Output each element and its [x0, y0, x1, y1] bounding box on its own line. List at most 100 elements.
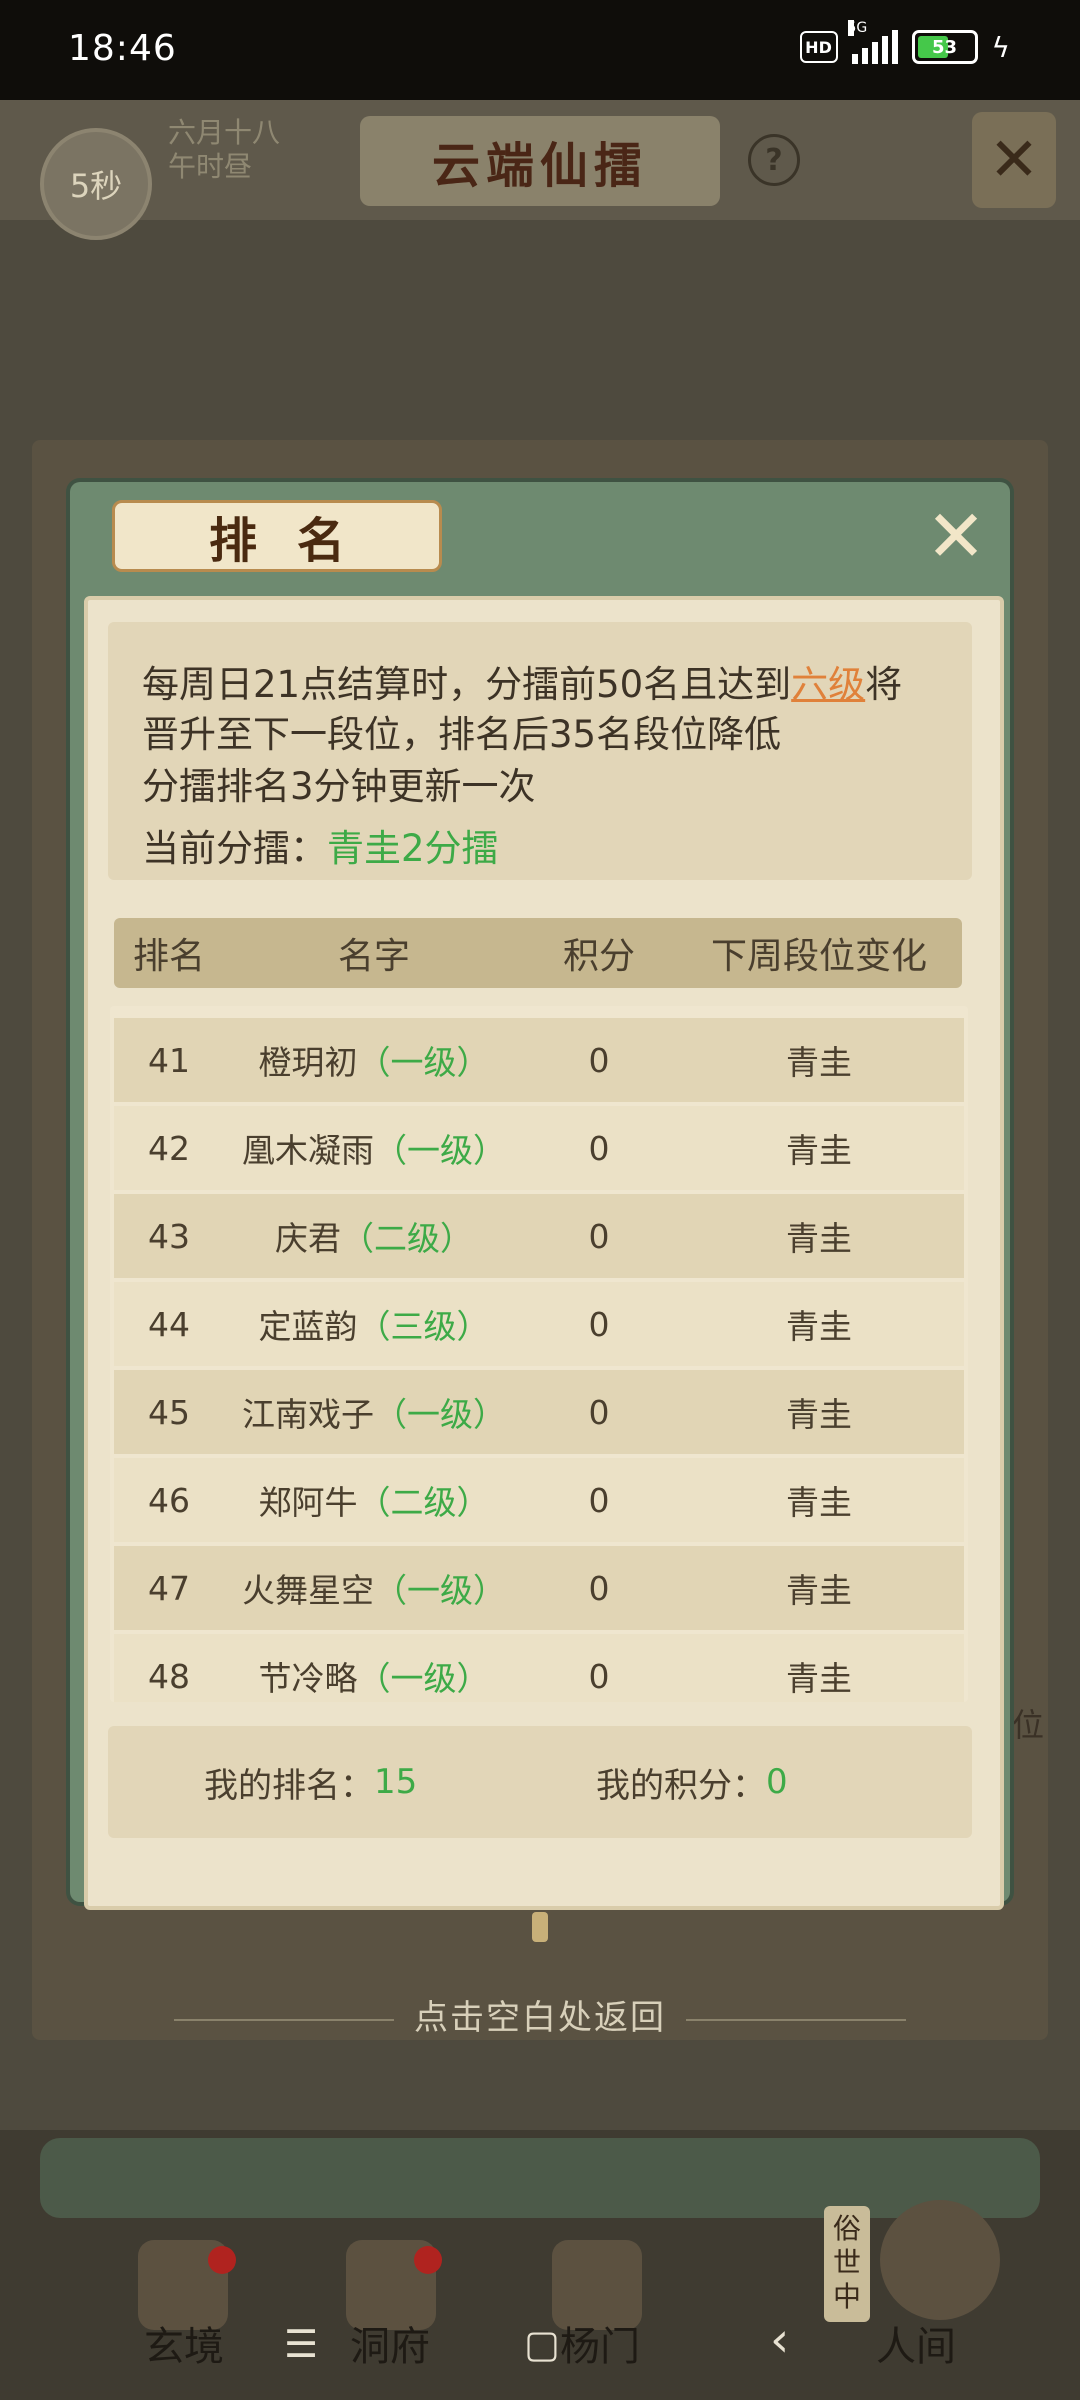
- game-date-day: 六月十八: [168, 116, 281, 149]
- rules-line-3: 分擂排名3分钟更新一次: [142, 765, 536, 808]
- my-score: 我的积分： 0: [596, 1726, 788, 1838]
- row-score: 0: [588, 1128, 610, 1168]
- hd-icon: HD: [799, 31, 838, 63]
- row-score: 0: [588, 1568, 610, 1608]
- column-rank: 排名: [132, 936, 205, 977]
- row-score: 0: [588, 1040, 610, 1080]
- column-score: 积分: [562, 936, 635, 977]
- my-rank: 我的排名： 15: [204, 1726, 417, 1838]
- system-back-button[interactable]: ‹: [770, 2312, 789, 2368]
- row-score: 0: [588, 1480, 610, 1520]
- world-tag: 俗世中: [824, 2206, 870, 2322]
- help-button[interactable]: ?: [748, 134, 800, 186]
- background-position-label: 位: [1012, 1706, 1045, 1744]
- row-name: 定蓝韵 （三级）: [224, 1282, 524, 1366]
- ranking-table-body[interactable]: 41 橙玥初 （一级） 0 青圭 42 凰木凝雨 （一级） 0 青圭 43 庆君 （二…: [110, 1006, 968, 1702]
- system-menu-button[interactable]: ☰: [284, 2322, 318, 2366]
- notification-badge: [208, 2246, 236, 2274]
- row-name: 橙玥初 （一级）: [224, 1018, 524, 1102]
- rules-line-1: 每周日21点结算时，分擂前50名且达到六级将: [142, 654, 902, 708]
- row-rank: 45: [148, 1392, 190, 1432]
- row-change: 青圭: [786, 1131, 852, 1170]
- world-icon[interactable]: [880, 2200, 1000, 2320]
- row-level: （三级）: [357, 1307, 490, 1346]
- rules-line-1-suffix: 将: [865, 663, 903, 706]
- table-row: 41 橙玥初 （一级） 0 青圭: [114, 1018, 964, 1102]
- modal-title: 排名: [112, 500, 442, 572]
- row-score: 0: [588, 1304, 610, 1344]
- row-change: 青圭: [786, 1483, 852, 1522]
- status-bar: 18:46 HD 5G 53 ϟ: [0, 0, 1080, 100]
- table-row: 43 庆君 （二级） 0 青圭: [114, 1194, 964, 1278]
- row-rank: 42: [148, 1128, 190, 1168]
- row-score: 0: [588, 1392, 610, 1432]
- table-row: 46 郑阿牛 （二级） 0 青圭: [114, 1458, 964, 1542]
- ranking-table-header: 排名 名字 积分 下周段位变化: [114, 918, 962, 988]
- current-division-label: 当前分擂：: [142, 827, 327, 870]
- row-change: 青圭: [786, 1219, 852, 1258]
- table-row: 42 凰木凝雨 （一级） 0 青圭: [114, 1106, 964, 1190]
- game-date-time: 午时昼: [168, 150, 253, 183]
- row-level: （一级）: [357, 1043, 490, 1082]
- table-row: 47 火舞星空 （一级） 0 青圭: [114, 1546, 964, 1630]
- game-date: 六月十八 午时昼: [168, 116, 280, 184]
- row-score: 0: [588, 1216, 610, 1256]
- row-level: （二级）: [341, 1219, 473, 1258]
- row-rank: 44: [148, 1304, 190, 1344]
- row-score: 0: [588, 1656, 610, 1696]
- current-division: 当前分擂：青圭2分擂: [142, 818, 499, 872]
- current-division-value: 青圭2分擂: [327, 827, 499, 870]
- my-score-value: 0: [766, 1762, 788, 1802]
- bottom-nav-bar: [40, 2138, 1040, 2218]
- nav-dongfu[interactable]: 洞府: [350, 2314, 430, 2372]
- row-rank: 48: [148, 1656, 190, 1696]
- row-name: 凰木凝雨 （一级）: [224, 1106, 524, 1190]
- my-stats-box: 我的排名： 15 我的积分： 0: [108, 1726, 972, 1838]
- column-name: 名字: [337, 936, 410, 977]
- my-rank-value: 15: [374, 1762, 418, 1802]
- row-level: （一级）: [374, 1395, 506, 1434]
- modal-close-button[interactable]: ✕: [920, 500, 992, 572]
- nav-xuanjing[interactable]: 玄境: [144, 2314, 224, 2372]
- row-change: 青圭: [786, 1043, 852, 1082]
- row-level: （二级）: [357, 1483, 490, 1522]
- nav-yangmen[interactable]: 杨门: [560, 2314, 640, 2372]
- nav-renjian[interactable]: 人间: [876, 2314, 956, 2372]
- row-rank: 43: [148, 1216, 190, 1256]
- row-name: 节冷略 （一级）: [224, 1634, 524, 1702]
- table-row: 44 定蓝韵 （三级） 0 青圭: [114, 1282, 964, 1366]
- row-name: 郑阿牛 （二级）: [224, 1458, 524, 1542]
- network-type: 5G: [847, 20, 868, 36]
- status-icons: HD 5G 53 ϟ: [799, 20, 1010, 64]
- row-change: 青圭: [786, 1307, 852, 1346]
- my-rank-label: 我的排名：: [204, 1765, 374, 1806]
- back-hint[interactable]: 点击空白处返回: [0, 1990, 1080, 2039]
- notification-badge: [414, 2246, 442, 2274]
- row-level: （一级）: [374, 1131, 506, 1170]
- row-level: （一级）: [374, 1571, 506, 1610]
- system-home-button[interactable]: ▢: [524, 2322, 560, 2366]
- row-change: 青圭: [786, 1395, 852, 1434]
- column-next-week-change: 下周段位变化: [710, 936, 927, 977]
- row-rank: 47: [148, 1568, 190, 1608]
- my-score-label: 我的积分：: [596, 1765, 766, 1806]
- battery-icon: 53: [911, 30, 978, 64]
- row-name: 庆君 （二级）: [224, 1194, 524, 1278]
- signal-icon: 5G: [847, 20, 898, 64]
- charging-icon: ϟ: [991, 30, 1010, 64]
- row-name: 火舞星空 （一级）: [224, 1546, 524, 1630]
- row-rank: 41: [148, 1040, 190, 1080]
- level-link[interactable]: 六级: [791, 663, 865, 706]
- table-row: 48 节冷略 （一级） 0 青圭: [114, 1634, 964, 1702]
- table-row: 45 江南戏子 （一级） 0 青圭: [114, 1370, 964, 1454]
- back-hint-text: 点击空白处返回: [414, 1998, 666, 2038]
- countdown-timer: 5秒: [40, 128, 152, 240]
- rules-line-1-prefix: 每周日21点结算时，分擂前50名且达到: [142, 663, 792, 706]
- row-change: 青圭: [786, 1659, 852, 1698]
- row-name: 江南戏子 （一级）: [224, 1370, 524, 1454]
- modal-clasp-icon: [532, 1912, 548, 1942]
- row-change: 青圭: [786, 1571, 852, 1610]
- status-time: 18:46: [68, 28, 177, 69]
- scene-title: 云端仙擂: [360, 116, 720, 206]
- scene-close-button[interactable]: ✕: [972, 112, 1056, 208]
